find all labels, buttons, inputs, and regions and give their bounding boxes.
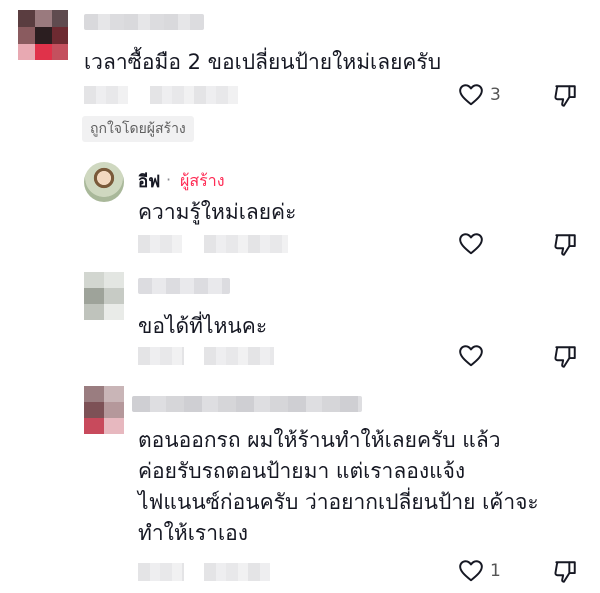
creator-name[interactable]: อีฟ (138, 168, 160, 195)
thumbs-down-outline-icon[interactable] (552, 83, 578, 109)
comment-text-line: ไฟแนนซ์ก่อนครับ ว่าอยากเปลี่ยนป้าย เค้าจ… (138, 490, 539, 514)
creator-label: ผู้สร้าง (180, 171, 225, 190)
thumbs-down-outline-icon[interactable] (552, 344, 578, 370)
comment-meta-redacted (204, 563, 270, 581)
comment-text: เวลาซื้อมือ 2 ขอเปลี่ยนป้ายใหม่เลยครับ (84, 50, 442, 74)
like-count: 3 (490, 85, 501, 105)
comment-meta-redacted (84, 86, 128, 104)
comment-meta-redacted (204, 235, 288, 253)
thumbs-down-outline-icon[interactable] (552, 232, 578, 258)
separator-dot: · (166, 170, 172, 189)
comment-meta-redacted (138, 347, 184, 365)
heart-outline-icon[interactable] (458, 82, 484, 108)
username-redacted[interactable] (132, 396, 362, 412)
heart-outline-icon[interactable] (458, 343, 484, 369)
comment-text-line: ทำให้เราเอง (138, 521, 249, 545)
comment-text: ความรู้ใหม่เลยค่ะ (138, 200, 297, 224)
comment-meta-redacted (138, 235, 182, 253)
creator-avatar[interactable] (84, 162, 124, 202)
liked-by-creator-badge: ถูกใจโดยผู้สร้าง (82, 116, 194, 142)
username-redacted[interactable] (84, 14, 204, 30)
avatar[interactable] (84, 272, 124, 320)
comment-meta-redacted (138, 563, 184, 581)
comment-text-line: ค่อยรับรถตอนป้ายมา แต่เราลองแจ้ง (138, 459, 466, 483)
avatar[interactable] (18, 10, 68, 60)
like-count: 1 (490, 561, 501, 581)
username-redacted[interactable] (138, 278, 230, 294)
comment-meta-redacted (204, 347, 274, 365)
comment-meta-redacted (150, 86, 238, 104)
heart-outline-icon[interactable] (458, 558, 484, 584)
heart-outline-icon[interactable] (458, 231, 484, 257)
thumbs-down-outline-icon[interactable] (552, 559, 578, 585)
comment-text-line: ตอนออกรถ ผมให้ร้านทำให้เลยครับ แล้ว (138, 428, 501, 452)
comment-text: ขอได้ที่ไหนคะ (138, 314, 268, 338)
avatar[interactable] (84, 386, 124, 434)
